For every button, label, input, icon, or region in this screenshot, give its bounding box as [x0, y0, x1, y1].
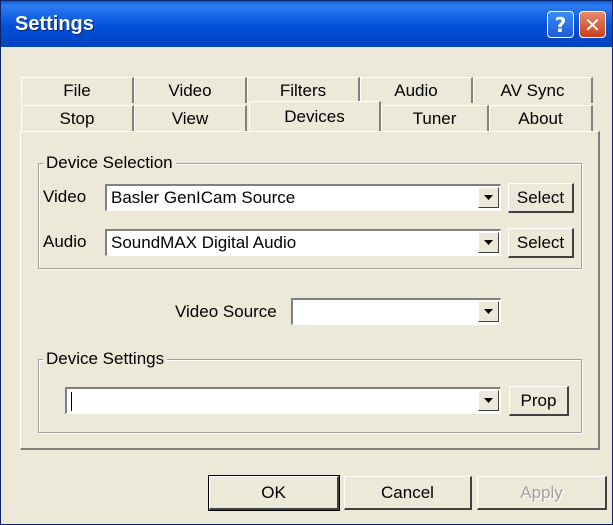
chevron-down-icon[interactable] — [478, 232, 499, 253]
tab-filters[interactable]: Filters — [247, 77, 360, 103]
tab-about[interactable]: About — [489, 105, 593, 131]
window-title: Settings — [15, 13, 94, 35]
audio-label: Audio — [43, 232, 87, 251]
text-caret — [71, 392, 72, 411]
video-select-button[interactable]: Select — [508, 183, 574, 213]
chevron-down-icon[interactable] — [478, 390, 499, 411]
tab-file[interactable]: File — [21, 77, 134, 103]
tab-view[interactable]: View — [134, 105, 247, 131]
device-selection-legend: Device Selection — [43, 153, 176, 173]
audio-device-value: SoundMAX Digital Audio — [111, 233, 297, 252]
devices-panel: Device Selection Video Basler GenICam So… — [20, 131, 600, 450]
video-device-value: Basler GenICam Source — [111, 188, 296, 207]
device-settings-combo[interactable] — [65, 387, 501, 414]
close-icon: ✕ — [584, 12, 601, 37]
close-button[interactable]: ✕ — [579, 11, 606, 38]
video-source-label: Video Source — [175, 302, 277, 321]
help-icon: ? — [554, 12, 567, 37]
audio-device-combo[interactable]: SoundMAX Digital Audio — [105, 229, 501, 256]
device-settings-legend: Device Settings — [43, 349, 168, 369]
chevron-down-icon[interactable] — [478, 187, 499, 208]
tab-video[interactable]: Video — [134, 77, 247, 103]
tab-stop[interactable]: Stop — [21, 105, 134, 131]
title-bar[interactable]: Settings ? ✕ — [1, 1, 612, 47]
audio-select-button[interactable]: Select — [508, 228, 574, 258]
apply-button[interactable]: Apply — [477, 476, 607, 510]
video-device-combo[interactable]: Basler GenICam Source — [105, 184, 501, 211]
tab-tuner[interactable]: Tuner — [381, 105, 489, 131]
tab-devices[interactable]: Devices — [249, 101, 381, 131]
video-label: Video — [43, 187, 87, 206]
video-source-combo[interactable] — [291, 298, 501, 325]
cancel-button[interactable]: Cancel — [344, 476, 472, 510]
chevron-down-icon[interactable] — [478, 301, 499, 322]
help-button[interactable]: ? — [547, 11, 574, 38]
tab-av-sync[interactable]: AV Sync — [473, 77, 593, 103]
ok-button[interactable]: OK — [208, 475, 340, 511]
prop-button[interactable]: Prop — [509, 386, 569, 416]
settings-window: Settings ? ✕ File Video Filters Audio AV… — [0, 0, 613, 525]
tab-audio[interactable]: Audio — [360, 77, 473, 103]
